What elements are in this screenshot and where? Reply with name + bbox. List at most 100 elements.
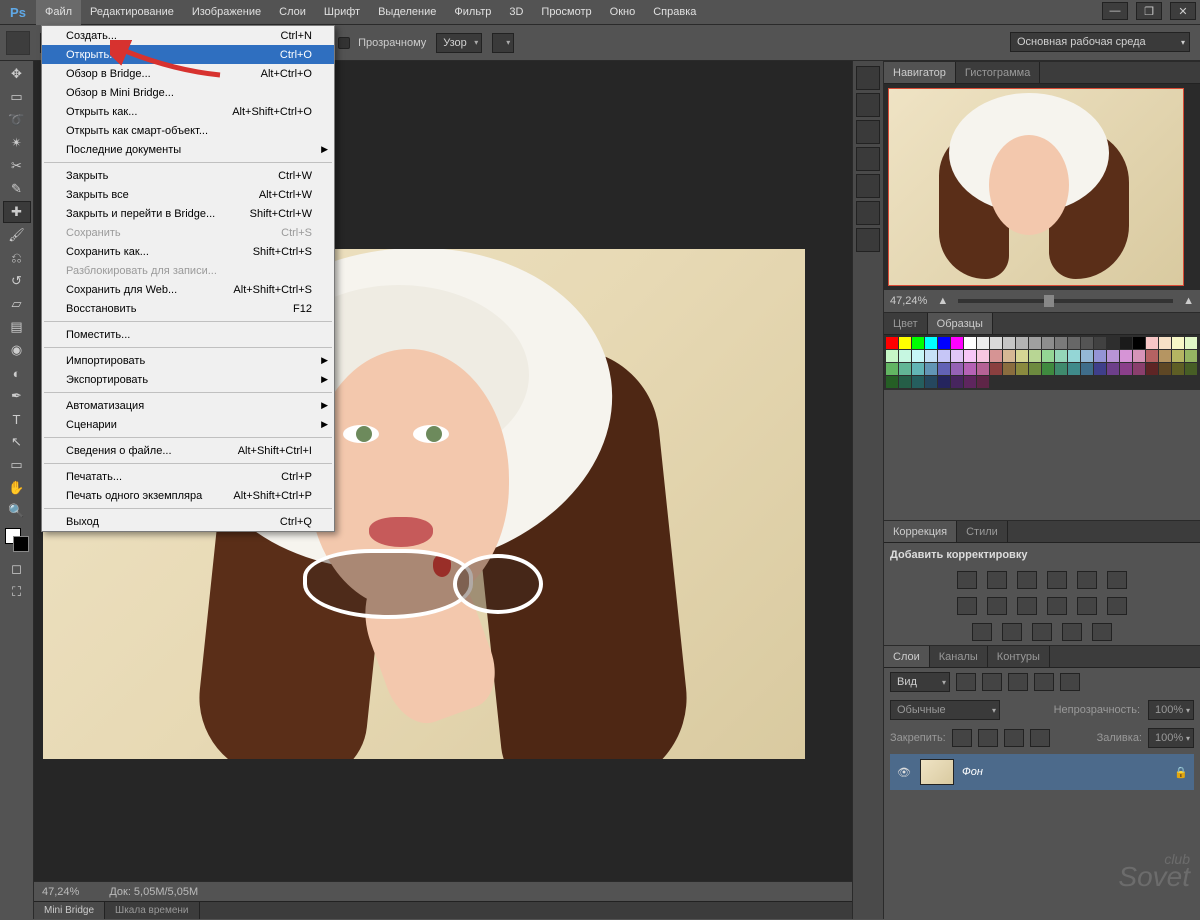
tab-minibridge[interactable]: Mini Bridge (34, 902, 105, 919)
lock-trans-icon[interactable] (952, 729, 972, 747)
shape-tool-icon[interactable]: ▭ (3, 454, 31, 476)
swatch[interactable] (1068, 337, 1080, 349)
stamp-tool-icon[interactable]: ⎌ (3, 247, 31, 269)
swatch[interactable] (1029, 337, 1041, 349)
swatch[interactable] (990, 363, 1002, 375)
pen-tool-icon[interactable]: ✒ (3, 385, 31, 407)
tab-timeline[interactable]: Шкала времени (105, 902, 199, 919)
swatch[interactable] (925, 363, 937, 375)
crop-tool-icon[interactable]: ✂ (3, 155, 31, 177)
swatch[interactable] (1094, 337, 1106, 349)
adj-selective-icon[interactable] (1032, 623, 1052, 641)
swatch[interactable] (1003, 337, 1015, 349)
menu-выделение[interactable]: Выделение (369, 0, 445, 25)
menu-item[interactable]: Импортировать▶ (42, 351, 334, 370)
screenmode-tool-icon[interactable]: ⛶ (3, 581, 31, 603)
menu-item[interactable]: Обзор в Mini Bridge... (42, 83, 334, 102)
nav-zoom-slider[interactable] (958, 299, 1173, 303)
menu-item[interactable]: Создать...Ctrl+N (42, 26, 334, 45)
swatch[interactable] (977, 337, 989, 349)
swatch[interactable] (1185, 350, 1197, 362)
swatch[interactable] (1081, 337, 1093, 349)
swatch[interactable] (1120, 350, 1132, 362)
swatch[interactable] (964, 337, 976, 349)
adj-posterize-icon[interactable] (1107, 597, 1127, 615)
swatch[interactable] (899, 337, 911, 349)
adj-gradmap-icon[interactable] (1002, 623, 1022, 641)
adj-levels-icon[interactable] (987, 571, 1007, 589)
swatch[interactable] (886, 350, 898, 362)
swatch[interactable] (1055, 363, 1067, 375)
filter-type-icon[interactable] (1008, 673, 1028, 691)
brush-tool-icon[interactable]: 🖌 (3, 224, 31, 246)
swatch[interactable] (990, 337, 1002, 349)
swatch[interactable] (899, 350, 911, 362)
current-tool-icon[interactable] (6, 31, 30, 55)
menu-item[interactable]: Закрыть всеAlt+Ctrl+W (42, 185, 334, 204)
dock-icon[interactable] (856, 147, 880, 171)
tab-navigator[interactable]: Навигатор (884, 62, 956, 83)
layer-filter-select[interactable]: Вид (890, 672, 950, 692)
swatch[interactable] (1107, 363, 1119, 375)
blur-tool-icon[interactable]: ◉ (3, 339, 31, 361)
swatch[interactable] (912, 376, 924, 388)
menu-item[interactable]: ЗакрытьCtrl+W (42, 166, 334, 185)
menu-item[interactable]: ВосстановитьF12 (42, 299, 334, 318)
swatch[interactable] (1185, 363, 1197, 375)
menu-item[interactable]: Открыть как смарт-объект... (42, 121, 334, 140)
swatch[interactable] (938, 363, 950, 375)
swatch[interactable] (1133, 337, 1145, 349)
swatch[interactable] (1055, 337, 1067, 349)
dock-icon[interactable] (856, 93, 880, 117)
swatch[interactable] (951, 376, 963, 388)
history-brush-tool-icon[interactable]: ↺ (3, 270, 31, 292)
swatch[interactable] (925, 337, 937, 349)
menu-item[interactable]: Сведения о файле...Alt+Shift+Ctrl+I (42, 441, 334, 460)
menu-item[interactable]: Печатать...Ctrl+P (42, 467, 334, 486)
swatch[interactable] (886, 363, 898, 375)
dock-icon[interactable] (856, 201, 880, 225)
menu-item[interactable]: Печать одного экземпляраAlt+Shift+Ctrl+P (42, 486, 334, 505)
swatch[interactable] (964, 350, 976, 362)
menu-item[interactable]: Поместить... (42, 325, 334, 344)
swatch[interactable] (1016, 363, 1028, 375)
menu-окно[interactable]: Окно (601, 0, 645, 25)
menu-слои[interactable]: Слои (270, 0, 315, 25)
swatch[interactable] (1029, 350, 1041, 362)
extra-select[interactable] (492, 33, 514, 53)
wand-tool-icon[interactable]: ✴ (3, 132, 31, 154)
marquee-tool-icon[interactable]: ▭ (3, 86, 31, 108)
menu-item[interactable]: Сохранить для Web...Alt+Shift+Ctrl+S (42, 280, 334, 299)
swatch[interactable] (886, 376, 898, 388)
menu-item[interactable]: Сценарии▶ (42, 415, 334, 434)
swatch[interactable] (1172, 337, 1184, 349)
menu-item[interactable]: Последние документы▶ (42, 140, 334, 159)
swatch[interactable] (938, 350, 950, 362)
eraser-tool-icon[interactable]: ▱ (3, 293, 31, 315)
adj-photofilter-icon[interactable] (987, 597, 1007, 615)
swatch[interactable] (1055, 350, 1067, 362)
menu-3d[interactable]: 3D (500, 0, 532, 25)
nav-zoom-in-icon[interactable]: ▲ (1183, 295, 1194, 307)
layer-row[interactable]: 👁 Фон 🔒 (890, 754, 1194, 790)
workspace-select[interactable]: Основная рабочая среда (1010, 32, 1190, 52)
swatch[interactable] (1042, 337, 1054, 349)
healing-tool-icon[interactable]: ✚ (3, 201, 31, 223)
swatch[interactable] (990, 350, 1002, 362)
filter-adj-icon[interactable] (982, 673, 1002, 691)
swatch[interactable] (1003, 350, 1015, 362)
menu-файл[interactable]: Файл (36, 0, 81, 25)
swatch[interactable] (977, 376, 989, 388)
tab-swatches[interactable]: Образцы (928, 313, 993, 334)
layer-name[interactable]: Фон (962, 766, 1166, 778)
tab-histogram[interactable]: Гистограмма (956, 62, 1041, 83)
visibility-icon[interactable]: 👁 (896, 766, 912, 779)
tab-adjustments[interactable]: Коррекция (884, 521, 957, 542)
tab-layers[interactable]: Слои (884, 646, 930, 667)
dock-icon[interactable] (856, 174, 880, 198)
swatch[interactable] (899, 376, 911, 388)
swatch[interactable] (1081, 350, 1093, 362)
filter-smart-icon[interactable] (1060, 673, 1080, 691)
swatch[interactable] (1159, 350, 1171, 362)
swatch[interactable] (1159, 337, 1171, 349)
